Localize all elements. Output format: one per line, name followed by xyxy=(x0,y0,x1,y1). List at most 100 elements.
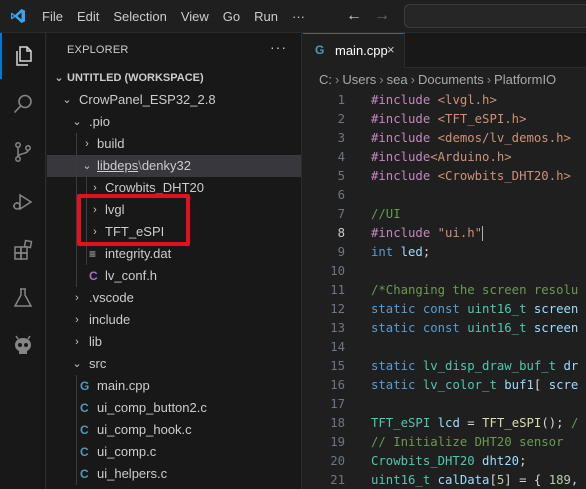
tree-folder-project[interactable]: ⌄ CrowPanel_ESP32_2.8 xyxy=(47,89,301,111)
tree-label: .pio xyxy=(89,114,110,129)
chevron-right-icon: › xyxy=(75,292,79,304)
tree-folder-pio[interactable]: ⌄ .pio xyxy=(47,111,301,133)
highlight-annotation-box xyxy=(77,194,190,246)
chevron-right-icon: › xyxy=(85,138,89,150)
tree-label: build xyxy=(97,136,125,151)
chevron-right-icon: › xyxy=(335,72,340,87)
code-line: 5 #include <Crowbits_DHT20.h> xyxy=(303,167,586,186)
breadcrumb-item[interactable]: sea xyxy=(387,72,408,87)
search-icon xyxy=(13,94,32,114)
breadcrumb: C: › Users › sea › Documents › PlatformIO xyxy=(319,71,556,89)
tree-folder-src[interactable]: ⌄ src xyxy=(47,353,301,375)
c-file-icon: C xyxy=(80,445,89,459)
code-line: 21 uint16_t calData[5] = { 189, xyxy=(303,471,586,489)
tree-folder-include[interactable]: › include xyxy=(47,309,301,331)
code-line: 4 #include<Arduino.h> xyxy=(303,148,586,167)
forward-arrow-icon[interactable]: → xyxy=(374,7,390,25)
code-line: 12 static const uint16_t screen xyxy=(303,300,586,319)
chevron-right-icon: › xyxy=(75,336,79,348)
tree-file-ui-comp[interactable]: C ui_comp.c xyxy=(47,441,301,463)
chevron-right-icon: › xyxy=(75,314,79,326)
menu-selection[interactable]: Selection xyxy=(106,0,173,33)
explorer-title: EXPLORER xyxy=(67,44,129,56)
breadcrumb-item[interactable]: PlatformIO xyxy=(494,72,556,87)
tree-file-main-cpp[interactable]: G main.cpp xyxy=(47,375,301,397)
tree-label: lv_conf.h xyxy=(105,268,158,283)
tree-file-integrity[interactable]: ≡ integrity.dat xyxy=(47,243,301,265)
c-header-file-icon: C xyxy=(89,269,98,283)
code-line: 11/*Changing the screen resolu xyxy=(303,281,586,300)
code-line: 17 xyxy=(303,395,586,414)
testing-button[interactable] xyxy=(0,275,46,321)
tree-folder-libdeps[interactable]: ⌄ libdeps\denky32 xyxy=(47,155,301,177)
tree-label: ui_comp_hook.c xyxy=(97,422,192,437)
explorer-button[interactable] xyxy=(0,33,46,79)
code-line-current: 8 #include "ui.h" xyxy=(303,224,586,243)
code-line: 10 xyxy=(303,262,586,281)
menu-bar: File Edit Selection View Go Run ··· xyxy=(42,0,312,33)
cpp-file-icon: G xyxy=(80,379,90,393)
code-editor[interactable]: 1 #include <lvgl.h> 2 #include <TFT_eSPI.h… xyxy=(303,91,586,489)
code-line: 3 #include <demos/lv_demos.h> xyxy=(303,129,586,148)
c-file-icon: C xyxy=(80,401,89,415)
tree-file-ui-comp-button2[interactable]: C ui_comp_button2.c xyxy=(47,397,301,419)
breadcrumb-item[interactable]: C: xyxy=(319,72,332,87)
tree-file-ui-helpers[interactable]: C ui_helpers.c xyxy=(47,463,301,485)
code-line: 20 Crowbits_DHT20 dht20; xyxy=(303,452,586,471)
command-center-search[interactable] xyxy=(404,4,586,28)
tree-folder-build[interactable]: › build xyxy=(47,133,301,155)
line-number: 4 xyxy=(337,150,345,164)
vscode-logo-icon xyxy=(11,9,25,23)
source-control-button[interactable] xyxy=(0,129,46,175)
tree-file-ui-comp-hook[interactable]: C ui_comp_hook.c xyxy=(47,419,301,441)
menu-go[interactable]: Go xyxy=(216,0,247,33)
explorer-more-button[interactable]: ··· xyxy=(270,39,287,55)
code-line: 7//UI xyxy=(303,205,586,224)
line-number: 10 xyxy=(330,264,345,278)
chevron-right-icon: › xyxy=(379,72,384,87)
chevron-down-icon: ⌄ xyxy=(72,358,82,370)
c-file-icon: C xyxy=(80,423,89,437)
code-line: 14 xyxy=(303,338,586,357)
menu-view[interactable]: View xyxy=(174,0,216,33)
workspace-row[interactable]: ⌄ UNTITLED (WORKSPACE) xyxy=(47,67,301,89)
tree-label: .vscode xyxy=(89,290,134,305)
source-control-icon xyxy=(15,142,31,162)
code-line: 1 #include <lvgl.h> xyxy=(303,91,586,110)
line-number: 1 xyxy=(337,93,345,107)
line-number: 8 xyxy=(337,226,345,240)
breadcrumb-item[interactable]: Users xyxy=(342,72,376,87)
chevron-right-icon: › xyxy=(486,72,492,87)
breadcrumb-item[interactable]: Documents xyxy=(418,72,484,87)
tree-label: CrowPanel_ESP32_2.8 xyxy=(79,92,216,107)
tree-folder-lib[interactable]: › lib xyxy=(47,331,301,353)
platformio-button[interactable] xyxy=(0,323,46,369)
run-debug-button[interactable] xyxy=(0,179,46,225)
code-line: 9 int led; xyxy=(303,243,586,262)
chevron-down-icon: ⌄ xyxy=(82,160,92,172)
menu-edit[interactable]: Edit xyxy=(70,0,106,33)
menu-file[interactable]: File xyxy=(42,0,70,33)
tree-folder-vscode[interactable]: › .vscode xyxy=(47,287,301,309)
code-line: 15 static lv_disp_draw_buf_t dr xyxy=(303,357,586,376)
back-arrow-icon[interactable]: ← xyxy=(346,7,362,25)
menu-more[interactable]: ··· xyxy=(285,0,312,33)
tab-main-cpp[interactable]: G main.cpp × xyxy=(303,33,405,68)
tree-file-lv-conf[interactable]: C lv_conf.h xyxy=(47,265,301,287)
tree-label: include xyxy=(89,312,131,327)
close-icon[interactable]: × xyxy=(387,42,395,57)
line-number: 14 xyxy=(330,340,345,354)
line-number: 18 xyxy=(330,416,345,430)
search-button[interactable] xyxy=(0,81,46,127)
workspace-label: UNTITLED (WORKSPACE) xyxy=(67,72,204,84)
chevron-down-icon: ⌄ xyxy=(72,116,82,128)
line-number: 21 xyxy=(330,473,345,487)
files-icon xyxy=(16,46,32,66)
tree-label: integrity.dat xyxy=(105,246,172,261)
line-number: 15 xyxy=(330,359,345,373)
extensions-button[interactable] xyxy=(0,227,46,273)
tree-label: ui_comp_button2.c xyxy=(97,400,207,415)
menu-run[interactable]: Run xyxy=(247,0,285,33)
tree-label: ui_helpers.c xyxy=(97,466,168,481)
platformio-alien-icon xyxy=(15,335,31,354)
